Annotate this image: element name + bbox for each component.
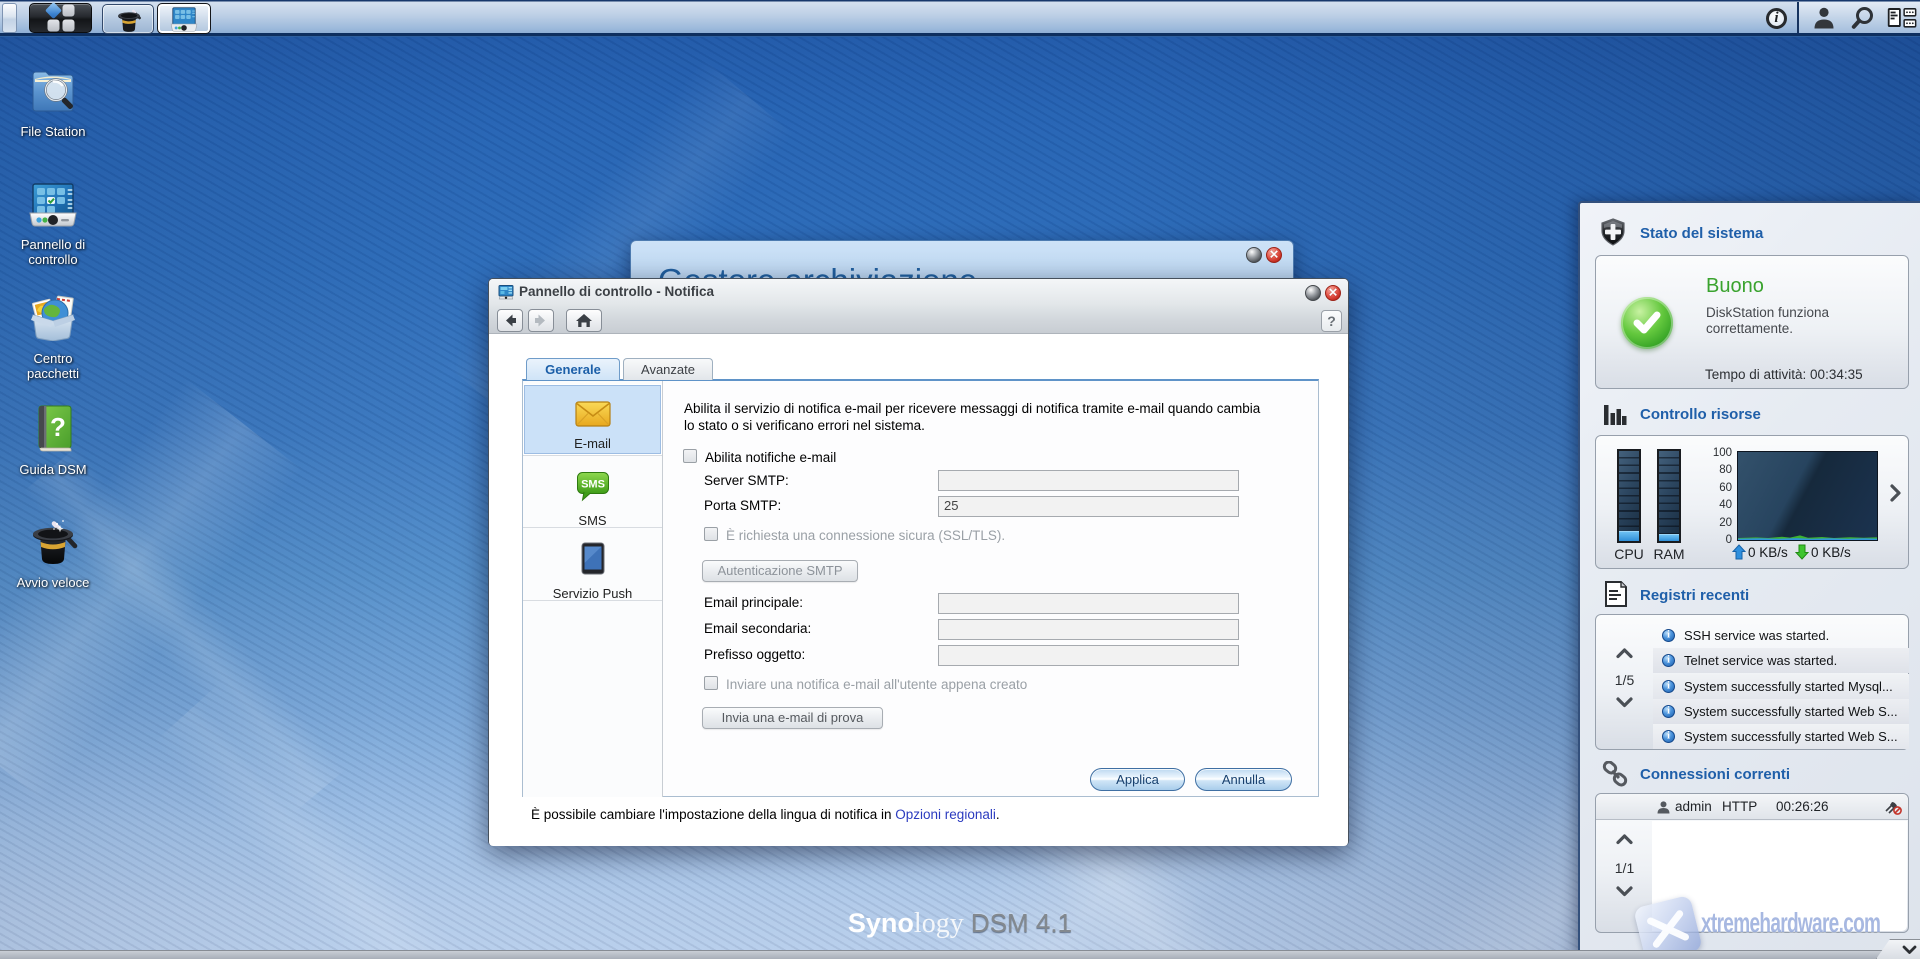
svg-text:SMS: SMS [581,479,605,491]
svg-text:?: ? [50,412,66,442]
